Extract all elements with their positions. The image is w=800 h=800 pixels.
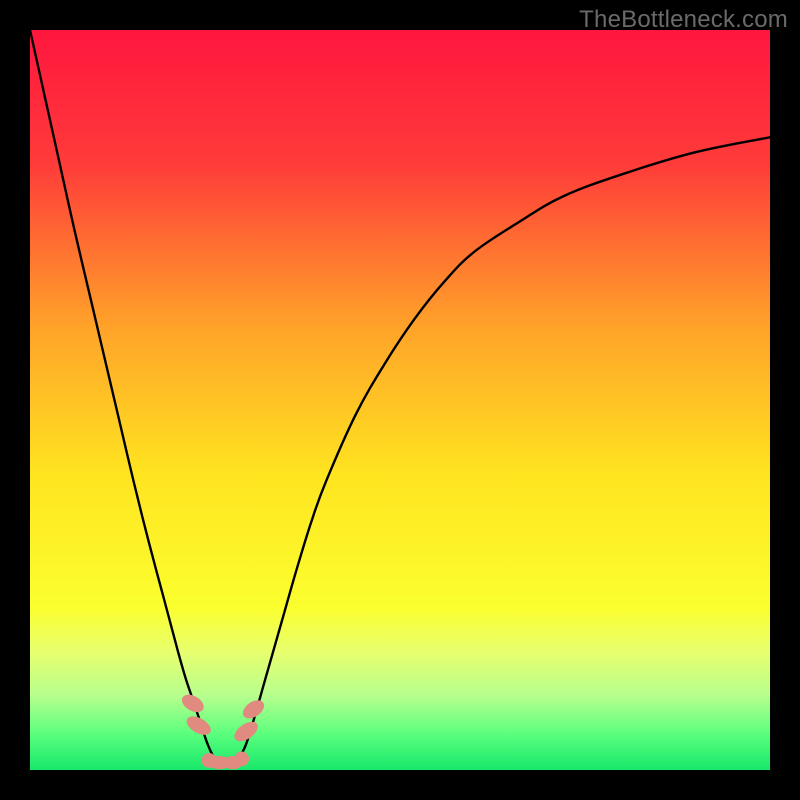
- chart-frame: TheBottleneck.com: [0, 0, 800, 800]
- chart-svg: [30, 30, 770, 770]
- bottleneck-gradient-background: [30, 30, 770, 770]
- plot-area: [30, 30, 770, 770]
- curve-marker: [234, 752, 249, 767]
